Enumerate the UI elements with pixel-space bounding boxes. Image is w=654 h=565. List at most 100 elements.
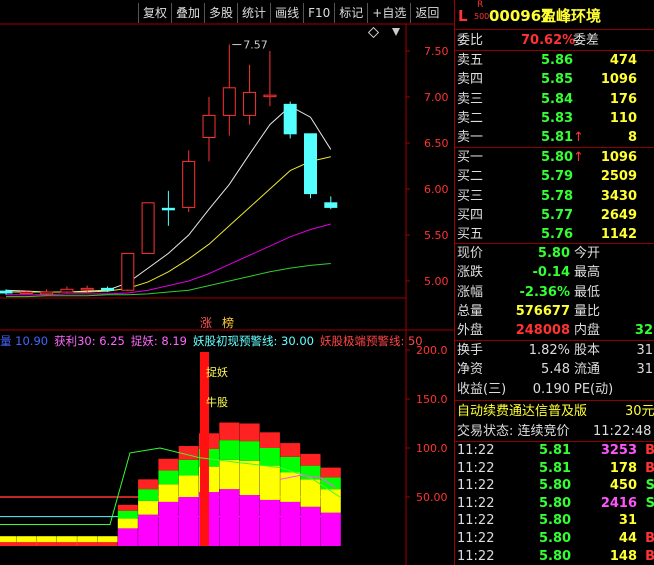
toolbar-button[interactable]: +自选 (367, 3, 410, 23)
toolbar-button[interactable]: 统计 (237, 3, 270, 23)
price-tick-label: 5.00 (424, 275, 449, 288)
bids-price: 5.79 (541, 169, 574, 185)
bids-label: 买三 (457, 188, 484, 204)
fundamental-row: 换手 1.82% 股本 31 (455, 341, 654, 360)
dropdown-triangle-icon[interactable] (392, 28, 400, 36)
diamond-icon[interactable] (367, 26, 380, 39)
asks-label: 卖二 (457, 110, 484, 126)
candle-body[interactable] (101, 287, 114, 291)
fundamental-label-2: PE(动) (574, 381, 614, 397)
commission-label: 委比 (457, 33, 484, 48)
bids-volume: 2649 (600, 207, 637, 223)
bids-row: 买四 5.77 2649 (455, 206, 654, 225)
toolbar-button[interactable]: 返回 (410, 3, 443, 23)
candlestick-chart[interactable]: 7.507.006.506.005.505.007.57涨 榜200.0150.0… (0, 0, 454, 565)
tick-row[interactable]: 11:22 5.80 148 B (455, 548, 654, 565)
high-price-label: 7.57 (243, 39, 267, 52)
toolbar-button[interactable]: F10 (303, 3, 334, 23)
indicator-legend-item: 捉妖: 8.19 (130, 334, 187, 348)
indicator-bar (300, 479, 321, 507)
indicator-bar (280, 456, 301, 473)
candle-body[interactable] (121, 252, 135, 291)
candle-body[interactable] (304, 133, 317, 195)
moving-average-line (6, 223, 331, 296)
indicator-bar (219, 489, 240, 546)
tick-price: 5.81 (539, 460, 572, 476)
quote-label: 涨幅 (457, 284, 484, 300)
fundamental-label-2: 流通 (574, 362, 601, 378)
trade-status-time: 11:22:48 (593, 424, 652, 439)
toolbar-button[interactable]: 复权 (138, 3, 171, 23)
fundamental-value: 0.190 (532, 381, 570, 397)
quote-label-2: 最高 (574, 265, 601, 281)
quote-label: 涨跌 (457, 265, 484, 281)
asks-label: 卖五 (457, 53, 484, 68)
asks-volume: 8 (627, 130, 637, 146)
toolbar-button[interactable]: 画线 (270, 3, 303, 23)
tick-row[interactable]: 11:22 5.80 31 (455, 512, 654, 529)
tick-row[interactable]: 11:22 5.81 178 B (455, 460, 654, 477)
candle-body[interactable] (263, 94, 277, 98)
tick-price: 5.80 (539, 495, 572, 511)
quote-row: 总量 576677 量比 (455, 302, 654, 321)
tick-price: 5.81 (539, 443, 572, 458)
candle-body[interactable] (222, 87, 236, 116)
candle-body[interactable] (60, 288, 74, 293)
candle-body[interactable] (182, 160, 196, 208)
toolbar-button[interactable]: 标记 (334, 3, 367, 23)
toolbar-button[interactable]: 多股 (204, 3, 237, 23)
indicator-bar (56, 542, 77, 546)
fundamental-value: 1.82% (528, 343, 570, 358)
bids-volume: 3430 (600, 188, 637, 204)
candle-body[interactable] (40, 291, 54, 295)
indicator-bar (280, 443, 301, 457)
stock-name[interactable]: 盈峰环境 (541, 4, 601, 28)
signal-column (200, 352, 209, 546)
promo-banner[interactable]: 自动续费通达信普及版 30元 (455, 402, 654, 421)
indicator-bar (158, 458, 179, 471)
promo-price: 30元 (625, 404, 654, 419)
tick-price: 5.80 (539, 478, 572, 494)
tick-side: B (645, 530, 654, 547)
toolbar-button[interactable]: 叠加 (171, 3, 204, 23)
candle-body[interactable] (80, 287, 94, 291)
signal-label: 捉妖 (206, 365, 228, 379)
indicator-tick-label: 150.0 (416, 393, 448, 406)
candle-body[interactable] (202, 114, 216, 138)
tick-row[interactable]: 11:22 5.81 3253 B (455, 442, 654, 459)
tick-side: B (645, 442, 654, 459)
tick-volume: 2416 (600, 495, 637, 511)
trade-status: 交易状态: 连续竞价 11:22:48 (455, 422, 654, 441)
promo-text: 自动续费通达信普及版 (457, 404, 588, 419)
stock-header: L R 500 000967 盈峰环境 (455, 0, 654, 28)
bids-arrow-icon: ↑ (573, 150, 584, 165)
indicator-bar (300, 506, 321, 546)
tick-side: B (645, 548, 654, 565)
tick-volume: 450 (609, 478, 637, 494)
tick-row[interactable]: 11:22 5.80 2416 S (455, 495, 654, 512)
candle-body[interactable] (243, 91, 257, 116)
quote-row: 涨幅 -2.36% 最低 (455, 283, 654, 302)
bids-price: 5.78 (541, 188, 574, 204)
indicator-bar (219, 422, 240, 441)
chart-area[interactable]: 7.50 7.00 6.50 6.00 5.50 5.00 7.57 涨榜 200.0 150.0… (0, 0, 454, 565)
candle-body[interactable] (324, 202, 338, 208)
fundamental-label: 收益(三) (457, 381, 507, 397)
asks-row: 卖四 5.85 1096 (455, 70, 654, 89)
candle-body[interactable] (19, 291, 33, 295)
bids-label: 买四 (457, 207, 484, 223)
fundamental-value-2: 31 (636, 343, 653, 358)
indicator-legend: 量 10.90 获利30: 6.25 捉妖: 8.19 妖股初现预警线: 30.00 妖… (0, 333, 429, 349)
price-tick-label: 6.00 (424, 183, 449, 196)
tick-row[interactable]: 11:22 5.80 44 B (455, 530, 654, 547)
indicator-bar (138, 500, 159, 515)
candle-body[interactable] (161, 207, 175, 211)
candle-body[interactable] (0, 290, 13, 294)
tick-row[interactable]: 11:22 5.80 450 S (455, 477, 654, 494)
commission-value: 70.62% (521, 33, 576, 48)
candle-body[interactable] (283, 103, 297, 135)
candle-body[interactable] (141, 202, 155, 254)
chart-tag: 涨 (200, 315, 212, 330)
bids-label: 买一 (457, 150, 484, 165)
indicator-bar (158, 470, 179, 485)
